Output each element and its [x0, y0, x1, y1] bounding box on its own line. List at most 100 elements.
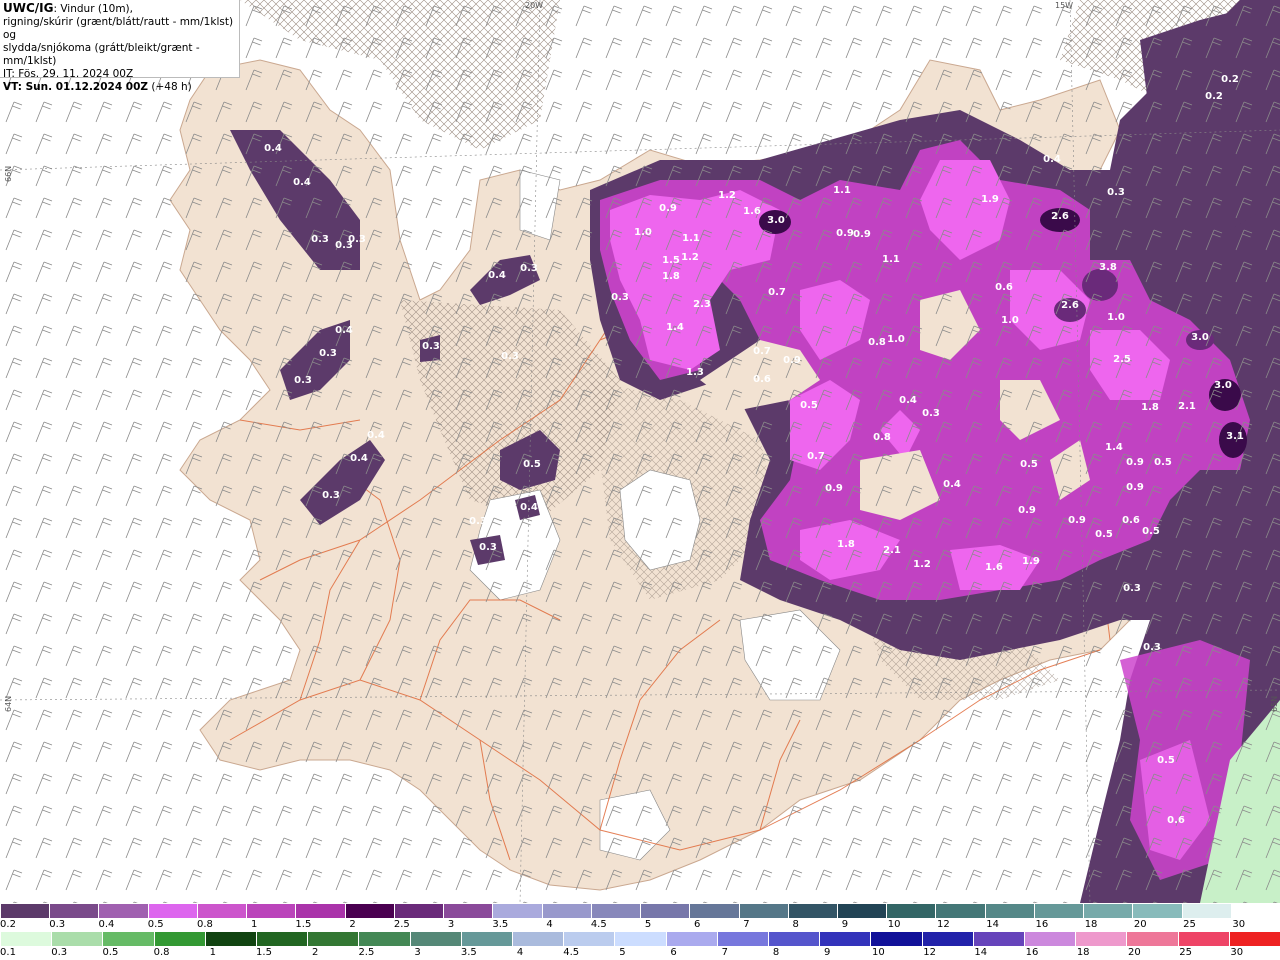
- precip-value: 2.6: [1061, 300, 1079, 311]
- legend-swatch: [768, 932, 820, 946]
- legend-label: 25: [1179, 947, 1192, 958]
- precip-value: 1.4: [666, 322, 684, 333]
- legend-label: 0.8: [153, 947, 170, 958]
- legend-swatch: [1177, 932, 1229, 946]
- precip-value: 0.3: [479, 542, 497, 553]
- legend-swatch: [460, 932, 513, 946]
- legend-swatch: [819, 932, 871, 946]
- precip-value: 1.6: [743, 206, 761, 217]
- legend-label: 0.5: [102, 947, 119, 958]
- precip-value: 0.3: [322, 490, 340, 501]
- legend-swatch: [512, 932, 564, 946]
- legend-swatch: [787, 904, 837, 918]
- precip-value: 0.9: [836, 228, 854, 239]
- precip-value: 1.5: [662, 255, 680, 266]
- lon-label-15w: 15W: [1055, 1, 1073, 10]
- legend-label: 30: [1230, 947, 1244, 958]
- model-name: UWC/IG: [3, 1, 54, 15]
- init-time: IT: Fös. 29. 11. 2024 00Z: [3, 68, 134, 80]
- info-line2: rigning/skúrir (grænt/blátt/rautt - mm/1…: [3, 16, 234, 41]
- legend-label: 4: [546, 919, 553, 930]
- precip-value: 0.4: [899, 395, 917, 406]
- precip-value: 3.0: [1191, 332, 1209, 343]
- precip-value: 0.6: [1167, 815, 1185, 826]
- precip-value: 1.0: [887, 334, 905, 345]
- precip-value: 3.8: [1099, 262, 1117, 273]
- precip-value: 0.6: [1122, 515, 1140, 526]
- precip-value: 1.8: [837, 539, 855, 550]
- legend-swatch: [738, 904, 788, 918]
- legend-swatch: [102, 932, 154, 946]
- legend-label: 7: [743, 919, 750, 930]
- precip-value: 1.1: [882, 254, 900, 265]
- legend-swatch: [921, 932, 973, 946]
- precip-value: 0.2: [1221, 74, 1239, 85]
- lon-label-20w: 20W: [525, 1, 543, 10]
- legend-label: 3: [447, 919, 455, 930]
- map-canvas: 20W 15W 0.2 0.2 0.3 0.4 0.4 0.3 0.3 0.3 0.4 0.3 0.…: [0, 0, 1280, 904]
- legend-label: 10: [887, 919, 901, 930]
- legend-label: 4.5: [590, 919, 607, 930]
- snow-colorbar-labels: 0.2 0.3 0.4 0.5 0.8 1 1.5 2 2.5 3 3.5 4 4.5 5 6 7 8 9 10 12…: [0, 919, 1280, 931]
- precip-value: 0.5: [800, 400, 818, 411]
- legend-label: 18: [1076, 947, 1090, 958]
- legend-label: 25: [1183, 919, 1196, 930]
- precip-value: 0.5: [1157, 755, 1175, 766]
- precip-value: 0.4: [943, 479, 961, 490]
- legend-label: 0.2: [0, 919, 16, 930]
- precip-value: 3.0: [1214, 380, 1232, 391]
- legend-swatch: [358, 932, 410, 946]
- precip-value: 0.3: [348, 234, 366, 245]
- legend-label: 2.5: [358, 947, 375, 958]
- legend-swatch: [0, 932, 52, 946]
- precip-value: 0.3: [922, 408, 940, 419]
- precip-value: 1.0: [1001, 315, 1019, 326]
- legend-label: 3.5: [492, 919, 509, 930]
- legend-label: 14: [986, 919, 999, 930]
- legend-swatch: [590, 904, 641, 918]
- precip-value: 0.3: [422, 341, 440, 352]
- legend-swatch: [204, 932, 257, 946]
- precip-value: 0.4: [264, 143, 282, 154]
- legend-swatch: [984, 904, 1034, 918]
- weather-map[interactable]: 20W 15W 0.2 0.2 0.3 0.4 0.4 0.3 0.3 0.3 0.4 0.3 0.…: [0, 0, 1280, 904]
- legend-label: 0.3: [49, 919, 66, 930]
- legend-label: 6: [694, 919, 701, 930]
- precip-value: 0.5: [1154, 457, 1172, 468]
- info-line1: : Vindur (10m),: [53, 3, 133, 15]
- legend-swatch: [716, 932, 769, 946]
- legend-swatch: [972, 932, 1025, 946]
- legend-swatch: [1230, 904, 1280, 918]
- legend-swatch: [665, 932, 717, 946]
- precip-value: 0.4: [335, 325, 353, 336]
- precip-value: 0.4: [488, 270, 506, 281]
- precip-value: 0.9: [783, 355, 801, 366]
- legend-swatch: [246, 904, 296, 918]
- precip-value: 0.4: [350, 453, 368, 464]
- precip-value: 0.3: [469, 516, 487, 527]
- precip-value: 0.5: [523, 459, 541, 470]
- precip-value: 0.9: [1126, 457, 1144, 468]
- legend-swatch: [640, 904, 690, 918]
- precip-value: 1.2: [718, 190, 736, 201]
- legend-label: 5: [619, 947, 626, 958]
- legend-swatch: [344, 904, 394, 918]
- legend-swatch: [1181, 904, 1231, 918]
- legend-swatch: [1228, 932, 1280, 946]
- lead-time: (+48 h): [148, 81, 192, 93]
- precip-value: 1.0: [634, 227, 652, 238]
- precip-value: 0.3: [1123, 583, 1141, 594]
- precip-value: 1.9: [981, 194, 999, 205]
- legend-swatch: [1024, 932, 1076, 946]
- legend-label: 9: [841, 919, 849, 930]
- precip-value: 0.4: [520, 502, 538, 513]
- legend-swatch: [492, 904, 542, 918]
- legend-swatch: [689, 904, 739, 918]
- legend-swatch: [563, 932, 615, 946]
- legend-swatch: [614, 932, 666, 946]
- lat-label-64n: 64N: [4, 695, 13, 712]
- legend-label: 2: [312, 947, 319, 958]
- legend-swatch: [49, 904, 99, 918]
- legend-label: 16: [1025, 947, 1039, 958]
- precip-value: 2.3: [693, 299, 711, 310]
